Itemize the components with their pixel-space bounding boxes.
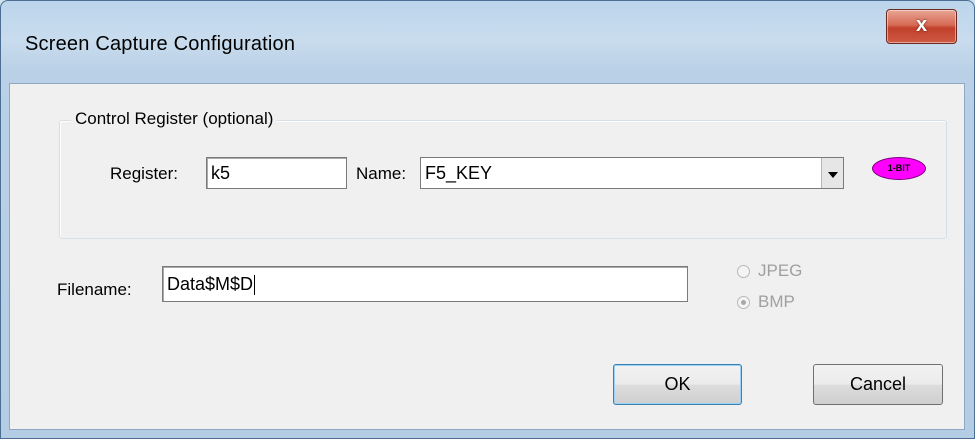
- radio-checked-icon: [737, 295, 750, 309]
- radio-circle-icon: [737, 264, 750, 278]
- register-label: Register:: [110, 164, 179, 183]
- radio-jpeg[interactable]: JPEG: [737, 261, 802, 281]
- filename-label: Filename:: [57, 280, 132, 299]
- register-input[interactable]: k5: [206, 157, 347, 189]
- close-icon: x: [915, 14, 928, 36]
- control-register-group: Control Register (optional) Register: k5…: [59, 109, 947, 239]
- radio-bmp[interactable]: BMP: [737, 292, 795, 312]
- text-caret: [254, 275, 256, 296]
- name-dropdown[interactable]: F5_KEY: [420, 157, 844, 189]
- group-legend: Control Register (optional): [71, 109, 278, 129]
- bit-size-badge: 1-BIT: [872, 157, 926, 180]
- title-bar[interactable]: Screen Capture Configuration x: [1, 1, 974, 81]
- chevron-down-icon[interactable]: [821, 158, 843, 188]
- filename-input[interactable]: Data$M$D: [162, 266, 688, 302]
- cancel-button[interactable]: Cancel: [813, 364, 943, 405]
- ok-button[interactable]: OK: [613, 364, 742, 405]
- dialog-body: Control Register (optional) Register: k5…: [9, 83, 965, 430]
- filename-value: Data$M$D: [167, 274, 254, 294]
- radio-bmp-label: BMP: [758, 292, 795, 311]
- radio-jpeg-label: JPEG: [758, 261, 803, 280]
- name-dropdown-value: F5_KEY: [425, 163, 493, 183]
- name-label: Name:: [356, 164, 407, 183]
- dialog-window: Screen Capture Configuration x Control R…: [0, 0, 975, 439]
- close-button[interactable]: x: [886, 9, 957, 44]
- window-title: Screen Capture Configuration: [25, 33, 296, 55]
